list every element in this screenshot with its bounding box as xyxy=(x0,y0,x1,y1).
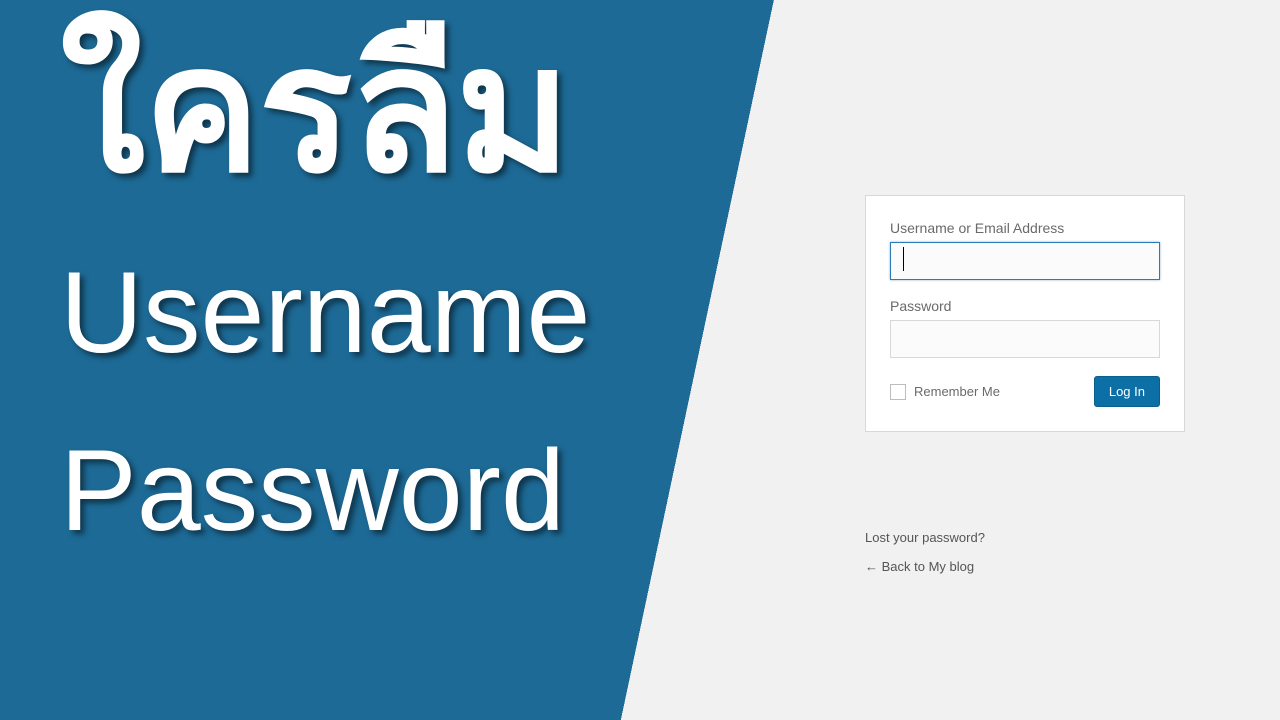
text-cursor-icon xyxy=(903,247,904,271)
headline-line-3: Password xyxy=(60,405,590,578)
headline-block: ใครลืม Username Password xyxy=(60,10,590,578)
links-below-form: Lost your password? ← Back to My blog xyxy=(865,530,1075,588)
password-group: Password xyxy=(890,298,1160,358)
username-label: Username or Email Address xyxy=(890,220,1160,236)
headline-line-2: Username xyxy=(60,221,590,405)
password-label: Password xyxy=(890,298,1160,314)
login-bottom-row: Remember Me Log In xyxy=(890,376,1160,407)
username-input[interactable] xyxy=(890,242,1160,280)
remember-me-label: Remember Me xyxy=(914,384,1000,399)
lost-password-link[interactable]: Lost your password? xyxy=(865,530,1075,545)
headline-line-1: ใครลืม xyxy=(60,10,590,211)
remember-me-group[interactable]: Remember Me xyxy=(890,384,1000,400)
remember-me-checkbox[interactable] xyxy=(890,384,906,400)
username-group: Username or Email Address xyxy=(890,220,1160,280)
back-to-blog-link[interactable]: ← Back to My blog xyxy=(865,559,1075,574)
login-button[interactable]: Log In xyxy=(1094,376,1160,407)
login-form-card: Username or Email Address Password Remem… xyxy=(865,195,1185,432)
password-input[interactable] xyxy=(890,320,1160,358)
